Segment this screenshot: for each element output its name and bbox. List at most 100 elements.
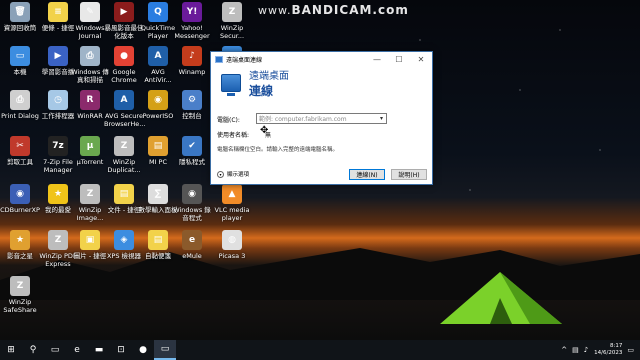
show-options-label: 顯示選項 (227, 172, 250, 178)
app-icon: ◷ (48, 90, 68, 110)
desktop-icon[interactable]: ♪ Winamp (172, 46, 212, 76)
app-icon: ∑ (148, 184, 168, 204)
task-view-button[interactable]: ▭ (44, 340, 66, 360)
desktop-icon-label: Winamp (178, 68, 206, 76)
app-icon: ✎ (80, 2, 100, 22)
file-explorer-button[interactable]: ▬ (88, 340, 110, 360)
desktop-icon[interactable]: ▭ 本機 (0, 46, 40, 76)
move-cursor-icon: ✥ (260, 125, 269, 136)
clock-time: 8:17 (610, 343, 623, 349)
monitor-icon (221, 74, 241, 96)
app-icon: ⎙ (80, 46, 100, 66)
desktop-icon[interactable]: ⎙ Print Dialog (0, 90, 40, 120)
desktop-icon[interactable]: ◉ CDBurnerXP (0, 184, 40, 214)
glowing-tent (440, 272, 562, 324)
close-button[interactable]: ✕ (410, 52, 432, 66)
app-icon: ● (114, 46, 134, 66)
taskbar-items: ⊞ ⚲ ▭ e ▬ ⊡ ● ▭ (0, 340, 176, 360)
app-icon: ▣ (80, 230, 100, 250)
watermark-prefix: www. (258, 4, 292, 17)
app-icon: Z (48, 230, 68, 250)
app-icon: Z (10, 276, 30, 296)
volume-icon[interactable]: ♪ (584, 346, 588, 354)
app-icon: ♪ (182, 46, 202, 66)
remote-desktop-button[interactable]: ▭ (154, 340, 176, 360)
desktop-icon-label: CDBurnerXP (0, 206, 40, 214)
desktop-icon[interactable]: Y! Yahoo! Messenger (172, 2, 212, 40)
bandicam-watermark: www.BANDICAM.com (258, 3, 409, 17)
system-tray: ^ ▤ ♪ 8:17 14/6/2023 ▭ (556, 343, 640, 357)
store-button[interactable]: ⊡ (110, 340, 132, 360)
start-button[interactable]: ⊞ (0, 340, 22, 360)
desktop-icon[interactable]: ◉ Windows 錄音程式 (172, 184, 212, 222)
desktop-icon[interactable]: ★ 影音之星 (0, 230, 40, 260)
app-icon: ▲ (222, 184, 242, 204)
show-options-toggle[interactable]: ▾ 顯示選項 (217, 170, 249, 178)
edge-button[interactable]: e (66, 340, 88, 360)
dialog-header: 遠端桌面 連線 (211, 66, 432, 100)
chevron-down-icon: ▾ (217, 170, 224, 178)
desktop-icon[interactable]: 🗑 資源回收筒 (0, 2, 40, 32)
app-icon: ◍ (222, 230, 242, 250)
desktop-icon-label: Picasa 3 (218, 252, 246, 260)
app-icon: ◈ (114, 230, 134, 250)
app-icon: ★ (10, 230, 30, 250)
desktop-icon[interactable]: ◍ Picasa 3 (212, 230, 252, 260)
app-icon: µ (80, 136, 100, 156)
dialog-titlebar[interactable]: 遠端桌面連線 — ☐ ✕ (211, 52, 432, 66)
app-icon: ◉ (148, 90, 168, 110)
clock[interactable]: 8:17 14/6/2023 (594, 343, 622, 357)
app-icon: ⚙ (182, 90, 202, 110)
desktop-icon-label: WinZip Secur... (219, 24, 245, 40)
notification-icon[interactable]: ▭ (627, 346, 634, 354)
desktop-icon[interactable]: Z WinZip SafeShare (0, 276, 40, 314)
app-icon: Z (114, 136, 134, 156)
app-icon: ◉ (10, 184, 30, 204)
dialog-title: 遠端桌面連線 (226, 56, 263, 64)
desktop-icon-label: 資源回收筒 (3, 24, 37, 32)
header-title-line1: 遠端桌面 (249, 71, 289, 82)
remote-desktop-dialog: 遠端桌面連線 — ☐ ✕ 遠端桌面 連線 電腦(C): 範例: computer… (210, 51, 433, 185)
desktop-icon[interactable]: e eMule (172, 230, 212, 260)
network-icon[interactable]: ▤ (572, 346, 579, 354)
desktop-icon-label: Yahoo! Messenger (174, 24, 210, 40)
taskbar: ⊞ ⚲ ▭ e ▬ ⊡ ● ▭ ^ ▤ ♪ 8:17 14/6/2023 ▭ (0, 340, 640, 360)
minimize-button[interactable]: — (366, 52, 388, 66)
clock-date: 14/6/2023 (594, 350, 623, 356)
help-button[interactable]: 說明(H) (391, 169, 427, 180)
chrome-button[interactable]: ● (132, 340, 154, 360)
desktop-icon-label: 控制台 (182, 112, 202, 120)
computer-combobox[interactable]: 範例: computer.fabrikam.com ▾ (256, 113, 387, 124)
chevron-down-icon[interactable]: ▾ (377, 115, 386, 122)
desktop-icon[interactable]: ▲ VLC media player (212, 184, 252, 222)
app-icon: ≡ (48, 2, 68, 22)
connect-button[interactable]: 連線(N) (349, 169, 385, 180)
desktop-icon-label: WinZip SafeShare (3, 298, 37, 314)
desktop-icon[interactable]: ✔ 隱私程式 (172, 136, 212, 166)
desktop-icon[interactable]: ⚙ 控制台 (172, 90, 212, 120)
chevron-up-icon[interactable]: ^ (561, 346, 567, 354)
app-icon: ▤ (148, 136, 168, 156)
app-icon: ★ (48, 184, 68, 204)
desktop-icon[interactable]: Z WinZip Secur... (212, 2, 252, 40)
app-icon: 7z (48, 136, 68, 156)
remote-desktop-icon (215, 55, 223, 63)
app-icon: e (182, 230, 202, 250)
desktop-icon-label: eMule (182, 252, 202, 260)
desktop-icon-label: 本機 (13, 68, 27, 76)
computer-label: 電腦(C): (217, 117, 240, 124)
app-icon: ▤ (148, 230, 168, 250)
hint-text: 電腦名稱欄位空白。請輸入完整的遠端電腦名稱。 (217, 147, 339, 153)
app-icon: Z (222, 2, 242, 22)
computer-placeholder: 範例: computer.fabrikam.com (259, 116, 347, 123)
desktop-icon[interactable]: ✂ 剪取工具 (0, 136, 40, 166)
desktop-icon-label: Print Dialog (1, 112, 39, 120)
desktop-icon-label: 隱私程式 (179, 158, 205, 166)
app-icon: 🗑 (10, 2, 30, 22)
maximize-button[interactable]: ☐ (388, 52, 410, 66)
header-title-line2: 連線 (249, 84, 274, 98)
app-icon: R (80, 90, 100, 110)
search-button[interactable]: ⚲ (22, 340, 44, 360)
app-icon: A (114, 90, 134, 110)
app-icon: ✂ (10, 136, 30, 156)
